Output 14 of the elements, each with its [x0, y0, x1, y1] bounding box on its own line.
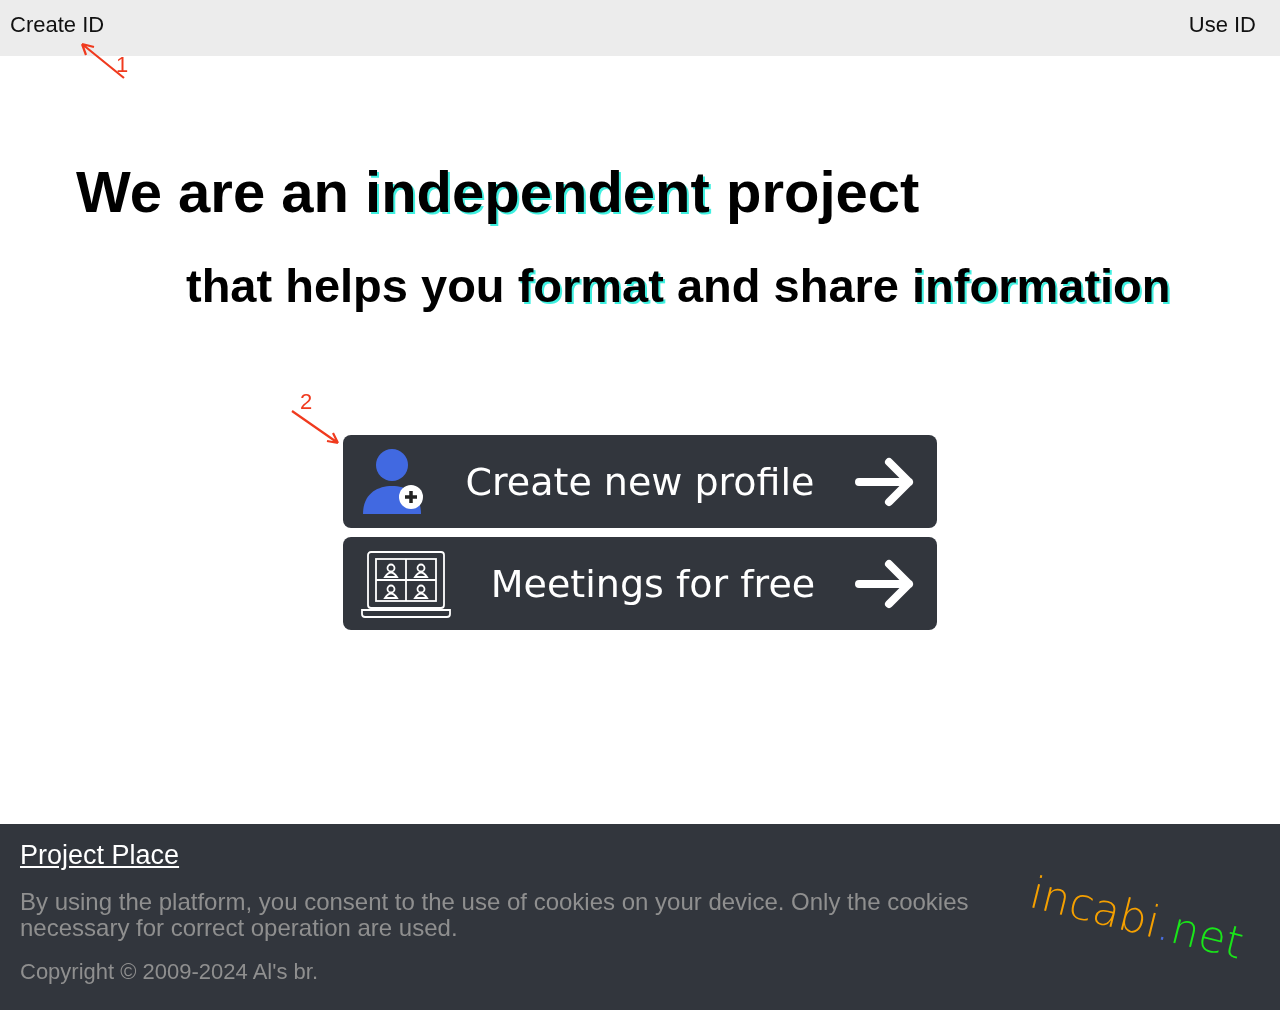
- arrow-right-icon: [855, 558, 915, 609]
- arrow-right-icon: [855, 456, 915, 507]
- subheadline: that helps you format and share information: [186, 258, 1172, 314]
- site-logo: incabi . net: [1025, 866, 1249, 969]
- user-add-icon: [361, 447, 425, 516]
- use-id-link[interactable]: Use ID: [1188, 12, 1256, 38]
- copyright: Copyright © 2009-2024 Al's br.: [20, 959, 320, 985]
- cookie-notice: By using the platform, you consent to the use of cookies on your device. Only the cookies necessary for correct operation are used.: [20, 889, 970, 941]
- headline: We are an independent project: [76, 158, 921, 226]
- action-button[interactable]: Create new profile: [343, 435, 937, 528]
- laptop-video-call-icon: [361, 549, 451, 618]
- action-button[interactable]: Meetings for free: [343, 537, 937, 630]
- create-id-link[interactable]: Create ID: [10, 12, 105, 38]
- footer-title-link[interactable]: Project Place: [20, 840, 180, 871]
